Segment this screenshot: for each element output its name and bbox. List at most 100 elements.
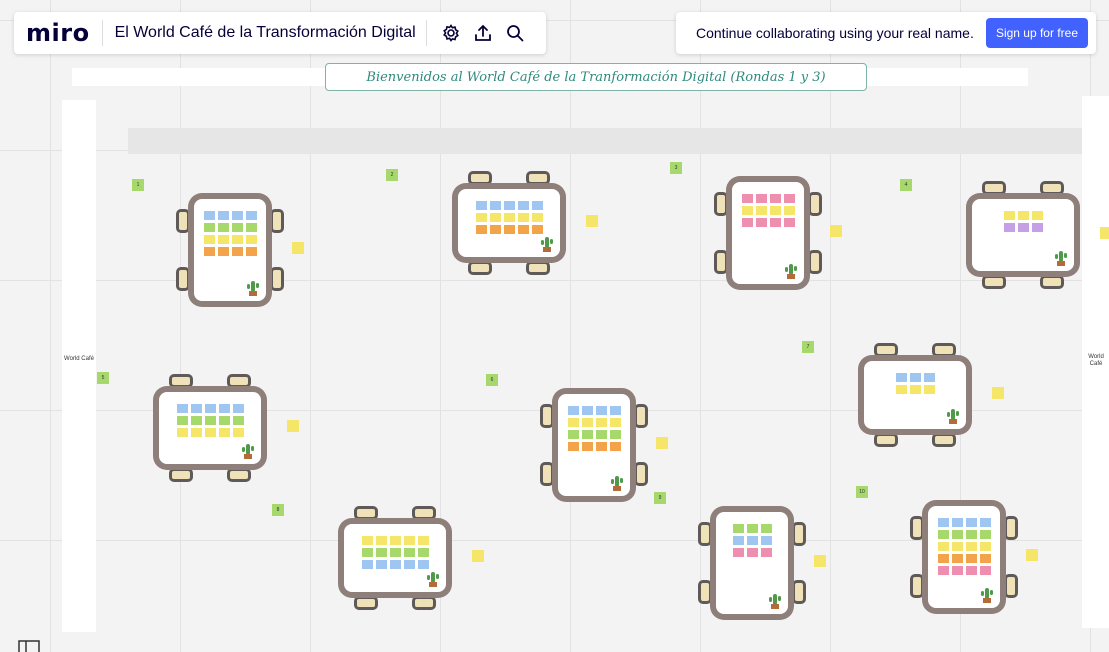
sticky-note[interactable] [761, 524, 772, 533]
sticky-note[interactable] [896, 385, 907, 394]
sticky-note[interactable] [924, 385, 935, 394]
sticky-note[interactable] [756, 206, 767, 215]
sticky-note[interactable] [219, 404, 230, 413]
sticky-note[interactable] [747, 524, 758, 533]
sticky-note[interactable] [191, 404, 202, 413]
sticky-note[interactable] [204, 223, 215, 232]
sticky-note[interactable] [246, 211, 257, 220]
sticky-note[interactable] [568, 418, 579, 427]
sticky-note[interactable] [1018, 223, 1029, 232]
sticky-note[interactable] [292, 242, 304, 254]
sticky-note[interactable] [376, 560, 387, 569]
sticky-note[interactable] [610, 418, 621, 427]
sticky-note[interactable] [219, 416, 230, 425]
sticky-note[interactable] [205, 404, 216, 413]
sticky-note[interactable] [910, 373, 921, 382]
sticky-note[interactable] [756, 194, 767, 203]
sticky-note[interactable] [204, 247, 215, 256]
sticky-note[interactable] [518, 213, 529, 222]
sticky-note[interactable] [404, 548, 415, 557]
sticky-note[interactable] [490, 225, 501, 234]
sticky-note[interactable] [490, 213, 501, 222]
sticky-note[interactable] [177, 428, 188, 437]
sticky-note[interactable] [232, 211, 243, 220]
upload-icon[interactable] [469, 19, 497, 47]
sticky-note[interactable] [966, 554, 977, 563]
sticky-note[interactable] [966, 566, 977, 575]
sticky-note[interactable] [938, 554, 949, 563]
sign-up-button[interactable]: Sign up for free [985, 18, 1088, 48]
sticky-note[interactable] [761, 536, 772, 545]
sticky-note[interactable] [952, 566, 963, 575]
board-title[interactable]: El World Café de la Transformación Digit… [115, 24, 416, 42]
sticky-note[interactable] [233, 416, 244, 425]
sticky-note[interactable] [952, 518, 963, 527]
sticky-note[interactable] [246, 235, 257, 244]
sticky-note[interactable] [418, 536, 429, 545]
sticky-note[interactable] [232, 223, 243, 232]
sticky-note[interactable] [218, 247, 229, 256]
sticky-note[interactable] [980, 566, 991, 575]
sticky-note[interactable] [476, 213, 487, 222]
sticky-note[interactable] [476, 201, 487, 210]
sticky-note[interactable] [532, 213, 543, 222]
sticky-note[interactable] [246, 247, 257, 256]
sticky-note[interactable] [610, 442, 621, 451]
sticky-note[interactable] [1032, 223, 1043, 232]
sticky-note[interactable] [504, 201, 515, 210]
sticky-note[interactable] [504, 225, 515, 234]
sticky-note[interactable] [233, 404, 244, 413]
sticky-note[interactable] [656, 437, 668, 449]
sticky-note[interactable] [518, 201, 529, 210]
sticky-note[interactable] [205, 428, 216, 437]
sticky-note[interactable] [756, 218, 767, 227]
table-number-tag[interactable]: 8 [272, 504, 284, 516]
sticky-note[interactable] [390, 548, 401, 557]
table-number-tag[interactable]: 2 [386, 169, 398, 181]
table-number-tag[interactable]: 9 [654, 492, 666, 504]
sticky-note[interactable] [390, 560, 401, 569]
sticky-note[interactable] [490, 201, 501, 210]
sticky-note[interactable] [814, 555, 826, 567]
sticky-note[interactable] [218, 235, 229, 244]
sticky-note[interactable] [418, 548, 429, 557]
sticky-note[interactable] [761, 548, 772, 557]
sticky-note[interactable] [770, 206, 781, 215]
settings-icon[interactable] [437, 19, 465, 47]
sticky-note[interactable] [980, 518, 991, 527]
sticky-note[interactable] [246, 223, 257, 232]
table-number-tag[interactable]: 4 [900, 179, 912, 191]
sticky-note[interactable] [910, 385, 921, 394]
sticky-note[interactable] [376, 536, 387, 545]
sticky-note[interactable] [218, 211, 229, 220]
sticky-note[interactable] [205, 416, 216, 425]
welcome-banner[interactable]: Bienvenidos al World Café de la Tranform… [325, 63, 867, 91]
sticky-note[interactable] [830, 225, 842, 237]
sticky-note[interactable] [896, 373, 907, 382]
sticky-note[interactable] [472, 550, 484, 562]
table-number-tag[interactable]: 6 [486, 374, 498, 386]
sticky-note[interactable] [596, 430, 607, 439]
sticky-note[interactable] [980, 530, 991, 539]
sticky-note[interactable] [784, 218, 795, 227]
sticky-note[interactable] [504, 213, 515, 222]
sticky-note[interactable] [966, 542, 977, 551]
sticky-note[interactable] [784, 194, 795, 203]
sticky-note[interactable] [219, 428, 230, 437]
sticky-note[interactable] [966, 530, 977, 539]
sticky-note[interactable] [938, 566, 949, 575]
sticky-note[interactable] [191, 416, 202, 425]
sticky-note[interactable] [742, 194, 753, 203]
sticky-note[interactable] [952, 542, 963, 551]
sticky-note[interactable] [966, 518, 977, 527]
sticky-note[interactable] [218, 223, 229, 232]
sticky-note[interactable] [610, 430, 621, 439]
sticky-note[interactable] [770, 218, 781, 227]
sticky-note[interactable] [747, 548, 758, 557]
table-number-tag[interactable]: 10 [856, 486, 868, 498]
sticky-note[interactable] [1004, 223, 1015, 232]
sticky-note[interactable] [1032, 211, 1043, 220]
sticky-note[interactable] [518, 225, 529, 234]
sticky-note[interactable] [390, 536, 401, 545]
sticky-note[interactable] [582, 418, 593, 427]
